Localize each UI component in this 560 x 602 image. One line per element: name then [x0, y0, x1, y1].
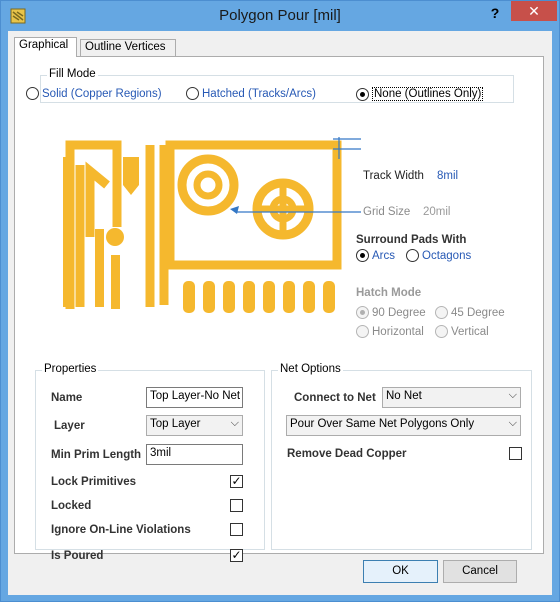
pointer-arrowhead [230, 206, 239, 214]
window-title: Polygon Pour [mil] [219, 7, 341, 24]
surround-arcs-label: Arcs [372, 249, 395, 262]
surround-octagons-radio[interactable]: Octagons [406, 249, 471, 262]
fill-solid-label: Solid (Copper Regions) [42, 87, 162, 100]
lock-primitives-checkbox[interactable]: ✓ [230, 475, 243, 488]
hatch-vertical-radio: Vertical [435, 325, 489, 338]
radio-dot [406, 249, 419, 262]
preview-pin [263, 281, 275, 313]
cancel-button[interactable]: Cancel [443, 560, 517, 583]
preview-track [111, 255, 120, 309]
hatch-horizontal-radio: Horizontal [356, 325, 424, 338]
polygon-pour-dialog: Polygon Pour [mil] ? ✕ Graphical Outline… [0, 0, 560, 602]
hatch-horizontal-label: Horizontal [372, 325, 424, 338]
preview-track [85, 161, 110, 237]
grid-size-label: Grid Size [363, 206, 411, 218]
connect-to-net-label: Connect to Net [294, 392, 376, 404]
radio-dot [435, 306, 448, 319]
pour-over-select[interactable]: Pour Over Same Net Polygons Only ⌵ [286, 415, 521, 436]
min-prim-length-input[interactable]: 3mil [146, 444, 243, 465]
layer-select-value: Top Layer [150, 418, 201, 430]
fill-none-radio[interactable]: None (Outlines Only) [356, 87, 484, 101]
remove-dead-copper-checkbox[interactable] [509, 447, 522, 460]
track-width-label: Track Width [363, 170, 424, 182]
surround-arcs-radio[interactable]: Arcs [356, 249, 395, 262]
net-options-title: Net Options [278, 363, 343, 375]
hatch-90-label: 90 Degree [372, 306, 426, 319]
surround-pads-label: Surround Pads With [356, 234, 467, 246]
min-prim-length-label: Min Prim Length [51, 449, 142, 461]
preview-pin [243, 281, 255, 313]
is-poured-checkbox[interactable]: ✓ [230, 549, 243, 562]
chevron-down-icon: ⌵ [508, 417, 517, 429]
preview-pin [203, 281, 215, 313]
track-width-value[interactable]: 8mil [437, 170, 458, 182]
hatch-45-radio: 45 Degree [435, 306, 505, 319]
preview-pin [303, 281, 315, 313]
ok-button[interactable]: OK [363, 560, 438, 583]
layer-label: Layer [54, 420, 85, 432]
ignore-online-violations-checkbox[interactable] [230, 523, 243, 536]
chevron-down-icon: ⌵ [508, 389, 517, 401]
hatch-mode-label: Hatch Mode [356, 287, 422, 299]
surround-octagons-label: Octagons [422, 249, 472, 262]
preview-track [95, 229, 104, 307]
radio-dot [435, 325, 448, 338]
locked-label: Locked [51, 500, 92, 512]
radio-dot [356, 325, 369, 338]
is-poured-label: Is Poured [51, 550, 104, 562]
fill-mode-title: Fill Mode [47, 68, 98, 80]
hatch-45-label: 45 Degree [451, 306, 505, 319]
fill-solid-radio[interactable]: Solid (Copper Regions) [26, 87, 162, 100]
remove-dead-copper-label: Remove Dead Copper [287, 448, 407, 460]
radio-dot [356, 306, 369, 319]
chevron-down-icon: ⌵ [230, 417, 239, 429]
hatch-90-radio: 90 Degree [356, 306, 426, 319]
fill-hatched-label: Hatched (Tracks/Arcs) [202, 87, 316, 100]
radio-dot [356, 249, 369, 262]
name-input[interactable]: Top Layer-No Net [146, 387, 243, 408]
dialog-client: Graphical Outline Vertices Fill Mode Sol… [8, 31, 552, 595]
preview-pin [323, 281, 335, 313]
name-label: Name [51, 392, 83, 404]
close-button[interactable]: ✕ [511, 1, 557, 21]
tab-outline-vertices[interactable]: Outline Vertices [80, 39, 176, 56]
fill-none-label: None (Outlines Only) [372, 87, 484, 101]
lock-primitives-label: Lock Primitives [51, 476, 137, 488]
preview-pin [283, 281, 295, 313]
preview-pad [123, 157, 139, 195]
preview-pad-ring [177, 154, 239, 216]
preview-pin [183, 281, 195, 313]
connect-to-net-select[interactable]: No Net ⌵ [382, 387, 521, 408]
graphical-panel: Fill Mode Solid (Copper Regions) Hatched… [14, 56, 544, 562]
fill-hatched-radio[interactable]: Hatched (Tracks/Arcs) [186, 87, 316, 100]
locked-checkbox[interactable] [230, 499, 243, 512]
connect-to-net-value: No Net [386, 390, 422, 402]
title-bar[interactable]: Polygon Pour [mil] ? ✕ [1, 1, 559, 31]
preview-pin [223, 281, 235, 313]
ignore-online-violations-label: Ignore On-Line Violations [51, 524, 191, 536]
tab-graphical[interactable]: Graphical [14, 37, 77, 57]
preview-pad [106, 228, 124, 246]
radio-dot [26, 87, 39, 100]
preview-pad-ring [193, 170, 223, 200]
help-button[interactable]: ? [484, 3, 506, 23]
radio-dot [186, 87, 199, 100]
layer-select[interactable]: Top Layer ⌵ [146, 415, 243, 436]
properties-title: Properties [42, 363, 99, 375]
grid-size-value: 20mil [423, 206, 451, 218]
pour-over-value: Pour Over Same Net Polygons Only [290, 418, 475, 430]
radio-dot [356, 87, 369, 101]
polygon-pour-preview-image [63, 137, 361, 313]
preview-track [63, 157, 73, 307]
hatch-vertical-label: Vertical [451, 325, 489, 338]
